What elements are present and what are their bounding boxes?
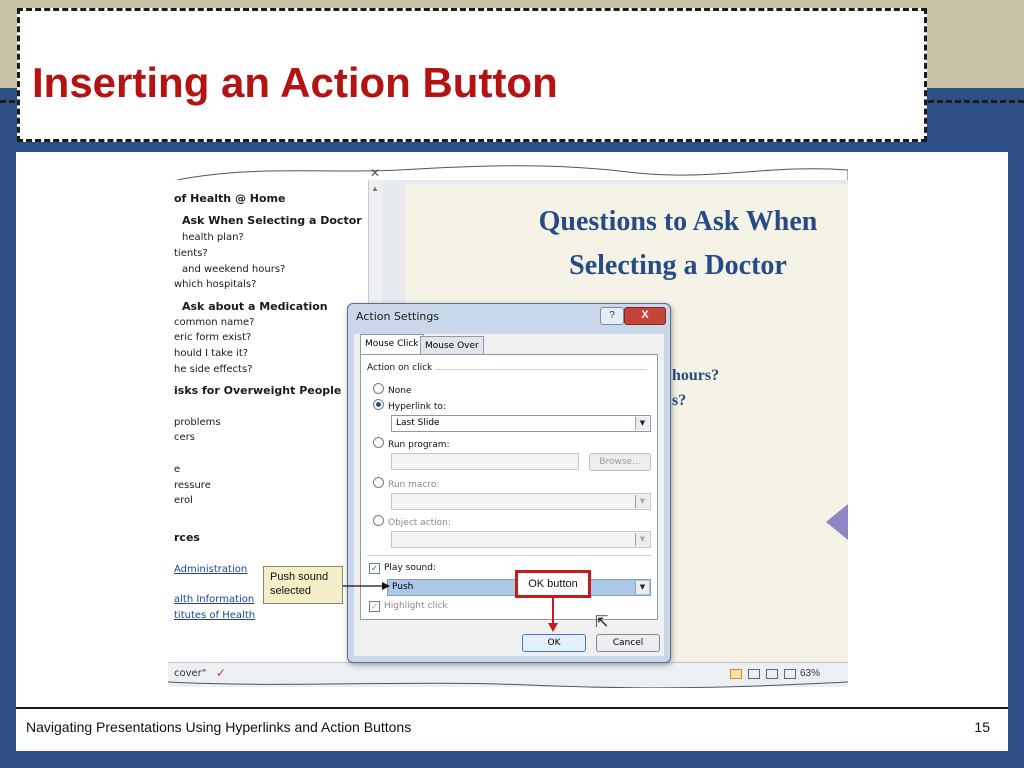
footer-text: Navigating Presentations Using Hyperlink… [26,719,412,735]
mouse-pointer-icon: ⇱ [595,614,609,631]
push-sound-callout: Push sound selected [263,566,343,604]
page-number: 15 [974,719,990,735]
ok-button-callout: OK button [515,570,591,598]
annotation-arrows [343,582,558,632]
footer-bar: Navigating Presentations Using Hyperlink… [16,707,1008,751]
